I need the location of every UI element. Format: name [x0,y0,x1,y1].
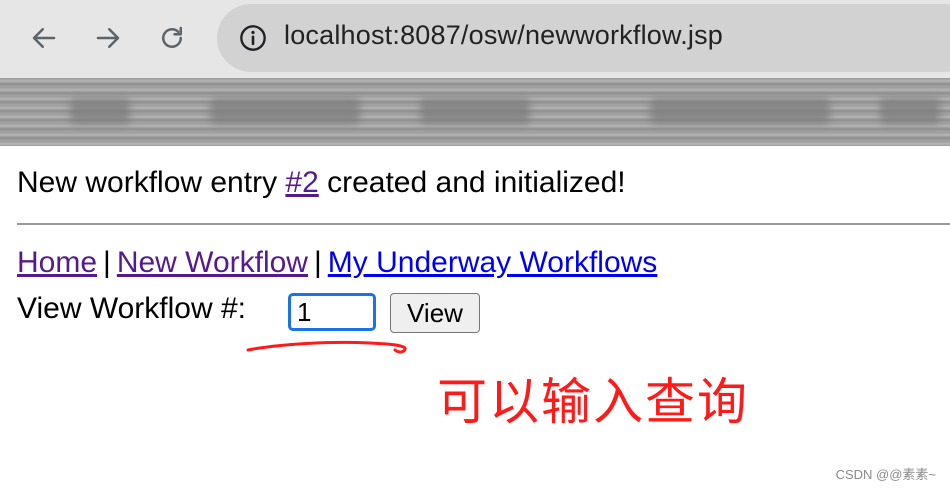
annotation-text: 可以输入查询 [437,373,749,431]
forward-button[interactable] [90,20,126,56]
blurred-bookmark [420,98,530,124]
message-prefix: New workflow entry [17,166,286,199]
status-message: New workflow entry #2 created and initia… [17,166,626,200]
page-content: New workflow entry #2 created and initia… [0,146,950,492]
red-underline-annotation [246,340,407,354]
arrow-right-icon [96,28,120,48]
horizontal-rule [17,223,950,225]
view-workflow-label: View Workflow #: [17,292,246,325]
url-text[interactable]: localhost:8087/osw/newworkflow.jsp [284,20,723,51]
reload-button[interactable] [154,20,190,56]
message-suffix: created and initialized! [318,166,626,199]
nav-separator: | [103,246,111,279]
reload-icon [162,26,182,48]
browser-toolbar: localhost:8087/osw/newworkflow.jsp [0,0,950,78]
bookmarks-bar-blurred [0,78,950,146]
workflow-id-input[interactable] [288,293,376,331]
arrow-left-icon [32,28,56,48]
view-button[interactable]: View [390,293,480,333]
entry-link[interactable]: #2 [285,166,318,199]
new-workflow-link[interactable]: New Workflow [117,246,308,279]
address-bar[interactable]: localhost:8087/osw/newworkflow.jsp [217,4,950,72]
my-underway-workflows-link[interactable]: My Underway Workflows [328,246,658,279]
nav-links: Home | New Workflow | My Underway Workflows [17,246,657,280]
info-icon[interactable] [239,24,267,52]
back-button[interactable] [26,20,62,56]
blurred-bookmark [70,98,130,124]
home-link[interactable]: Home [17,246,97,279]
blurred-bookmark [880,98,940,124]
nav-separator: | [313,246,322,279]
blurred-bookmark [210,98,360,124]
blurred-bookmark [650,98,830,124]
watermark: CSDN @@素素~ [835,467,936,482]
